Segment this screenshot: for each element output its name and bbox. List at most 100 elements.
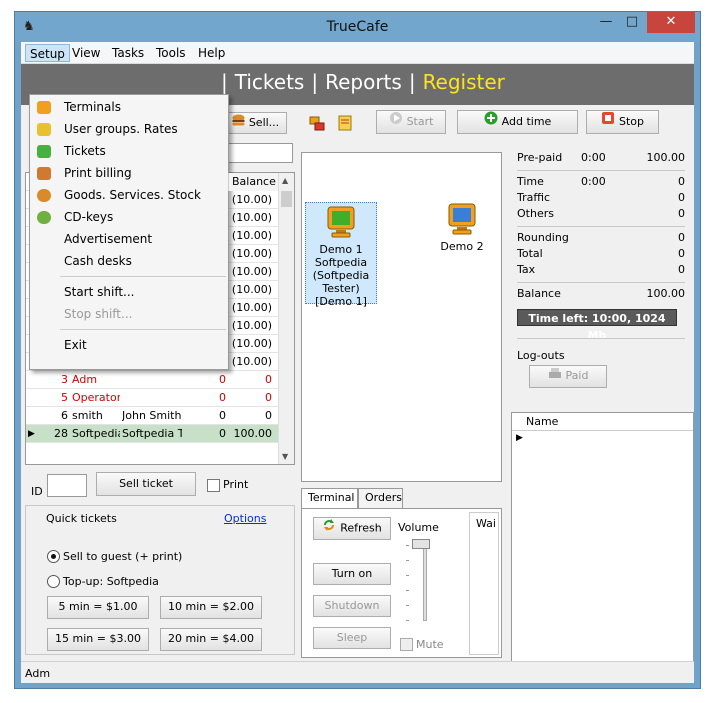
others-row: Others 0 bbox=[517, 207, 685, 222]
maximize-button[interactable]: □ bbox=[619, 12, 645, 33]
cell-minutes: 0 bbox=[219, 427, 226, 440]
nav-register[interactable]: Register bbox=[423, 70, 505, 94]
terminal-demo-1[interactable]: Demo 1 Softpedia (Softpedia Tester) [Dem… bbox=[305, 202, 377, 308]
balance-value: 100.00 bbox=[646, 287, 686, 300]
quick-ticket-5min-button[interactable]: 5 min = $1.00 bbox=[47, 596, 149, 619]
menu-bar: Setup View Tasks Tools Help bbox=[21, 42, 694, 64]
burger-icon bbox=[37, 189, 51, 202]
menu-setup[interactable]: Setup bbox=[25, 44, 70, 62]
prepaid-label: Pre-paid bbox=[517, 151, 563, 164]
burger-icon bbox=[232, 113, 245, 133]
time-left-badge: Time left: 10:00, 1024 Mb bbox=[517, 309, 677, 342]
menu-tasks[interactable]: Tasks bbox=[108, 44, 148, 62]
top-up-radio[interactable] bbox=[47, 575, 60, 588]
cell-balance: 0 bbox=[265, 373, 272, 386]
menu-item-tickets[interactable]: Tickets bbox=[32, 141, 226, 162]
quick-tickets-title: Quick tickets bbox=[46, 512, 117, 525]
divider bbox=[517, 170, 685, 171]
menu-item-label: User groups. Rates bbox=[64, 122, 178, 136]
tab-orders[interactable]: Orders bbox=[358, 488, 403, 508]
menu-item-label: Goods. Services. Stock bbox=[64, 188, 201, 202]
menu-item-user-groups[interactable]: User groups. Rates bbox=[32, 119, 226, 140]
sell-ticket-button[interactable]: Sell ticket bbox=[96, 472, 196, 496]
quick-tickets-panel: Quick tickets Options Sell to guest (+ p… bbox=[25, 505, 295, 655]
close-button[interactable]: ✕ bbox=[647, 12, 695, 33]
menu-item-cash-desks[interactable]: Cash desks bbox=[32, 251, 226, 272]
stop-button[interactable]: Stop bbox=[586, 110, 659, 134]
search-input[interactable] bbox=[226, 143, 293, 163]
swap-icon[interactable] bbox=[309, 115, 325, 134]
minimize-button[interactable]: — bbox=[593, 12, 619, 33]
menu-item-label: Exit bbox=[64, 338, 87, 352]
menu-tools[interactable]: Tools bbox=[152, 44, 190, 62]
row-gridline bbox=[26, 442, 279, 443]
cell-balance: (10.00) bbox=[231, 337, 272, 350]
menu-item-label: Print billing bbox=[64, 166, 132, 180]
terminal-label: Demo 1 Softpedia (Softpedia Tester) [Dem… bbox=[312, 243, 370, 308]
table-scrollbar[interactable]: ▲ ▼ bbox=[278, 173, 294, 464]
volume-track[interactable] bbox=[423, 541, 427, 621]
menu-item-label: Advertisement bbox=[64, 232, 153, 246]
terminal-icon bbox=[37, 101, 51, 114]
terminal-demo-2[interactable]: Demo 2 bbox=[432, 202, 492, 253]
time-row: Time 0:00 0 bbox=[517, 175, 685, 190]
sell-button[interactable]: Sell... bbox=[224, 112, 287, 134]
cell-number: 6 bbox=[61, 409, 68, 422]
nav-separator: | bbox=[311, 70, 319, 94]
menu-item-start-shift[interactable]: Start shift... bbox=[32, 282, 226, 303]
shutdown-button[interactable]: Shutdown bbox=[313, 595, 391, 617]
mute-label: Mute bbox=[416, 638, 444, 651]
menu-help[interactable]: Help bbox=[194, 44, 229, 62]
id-label: ID bbox=[31, 485, 43, 498]
print-checkbox[interactable] bbox=[207, 479, 220, 492]
volume-tick bbox=[406, 605, 409, 606]
nav-tickets[interactable]: Tickets bbox=[235, 70, 305, 94]
row-indicator-icon: ▶ bbox=[516, 433, 523, 443]
menu-item-advertisement[interactable]: Advertisement bbox=[32, 229, 226, 250]
menu-item-cd-keys[interactable]: CD-keys bbox=[32, 207, 226, 228]
paid-button[interactable]: Paid bbox=[529, 365, 607, 388]
cd-key-icon bbox=[37, 211, 51, 224]
volume-tick bbox=[406, 560, 409, 561]
column-header-balance[interactable]: Balance bbox=[228, 173, 278, 191]
menu-item-goods[interactable]: Goods. Services. Stock bbox=[32, 185, 226, 206]
start-button[interactable]: Start bbox=[376, 110, 446, 134]
add-time-button[interactable]: Add time bbox=[457, 110, 578, 134]
sell-to-guest-radio[interactable] bbox=[47, 550, 60, 563]
nav-reports[interactable]: Reports bbox=[325, 70, 402, 94]
cell-number: 5 bbox=[61, 391, 68, 404]
tab-terminal[interactable]: Terminal bbox=[301, 488, 358, 509]
quick-ticket-10min-button[interactable]: 10 min = $2.00 bbox=[160, 596, 262, 619]
scroll-thumb[interactable] bbox=[281, 191, 292, 207]
refresh-icon bbox=[322, 518, 336, 539]
mute-checkbox[interactable] bbox=[400, 638, 413, 651]
turn-on-button[interactable]: Turn on bbox=[313, 563, 391, 585]
refresh-button[interactable]: Refresh bbox=[313, 517, 391, 540]
quick-ticket-20min-button[interactable]: 20 min = $4.00 bbox=[160, 628, 262, 651]
setup-dropdown-menu: Terminals User groups. Rates Tickets Pri… bbox=[29, 94, 229, 370]
menu-item-terminals[interactable]: Terminals bbox=[32, 97, 226, 118]
time-label: Time bbox=[517, 175, 544, 188]
menu-item-label: Cash desks bbox=[64, 254, 132, 268]
sleep-button[interactable]: Sleep bbox=[313, 627, 391, 649]
menu-view[interactable]: View bbox=[68, 44, 104, 62]
options-link[interactable]: Options bbox=[224, 512, 266, 525]
balance-label: Balance bbox=[517, 287, 561, 300]
table-row[interactable]: 3 Adm 0 0 bbox=[26, 371, 279, 389]
menu-item-exit[interactable]: Exit bbox=[32, 335, 226, 356]
column-header-name[interactable]: Name bbox=[512, 413, 693, 431]
volume-slider-thumb[interactable] bbox=[412, 539, 430, 549]
menu-item-print-billing[interactable]: Print billing bbox=[32, 163, 226, 184]
table-row[interactable]: 6 smith John Smith 0 0 bbox=[26, 407, 279, 425]
cell-type: Softpedia Te bbox=[122, 427, 182, 440]
scroll-up-icon[interactable]: ▲ bbox=[282, 176, 288, 185]
quick-ticket-15min-button[interactable]: 15 min = $3.00 bbox=[47, 628, 149, 651]
status-bar: Adm bbox=[21, 661, 694, 683]
table-row[interactable]: 5 Operator 0 0 bbox=[26, 389, 279, 407]
document-icon[interactable] bbox=[338, 115, 352, 134]
volume-label: Volume bbox=[398, 521, 439, 534]
table-row[interactable]: ▶ 28 SoftpediaSoftpedia Te 0 100.00 bbox=[26, 425, 279, 443]
id-input[interactable] bbox=[47, 474, 87, 497]
scroll-down-icon[interactable]: ▼ bbox=[282, 452, 288, 461]
cell-balance: 0 bbox=[265, 409, 272, 422]
